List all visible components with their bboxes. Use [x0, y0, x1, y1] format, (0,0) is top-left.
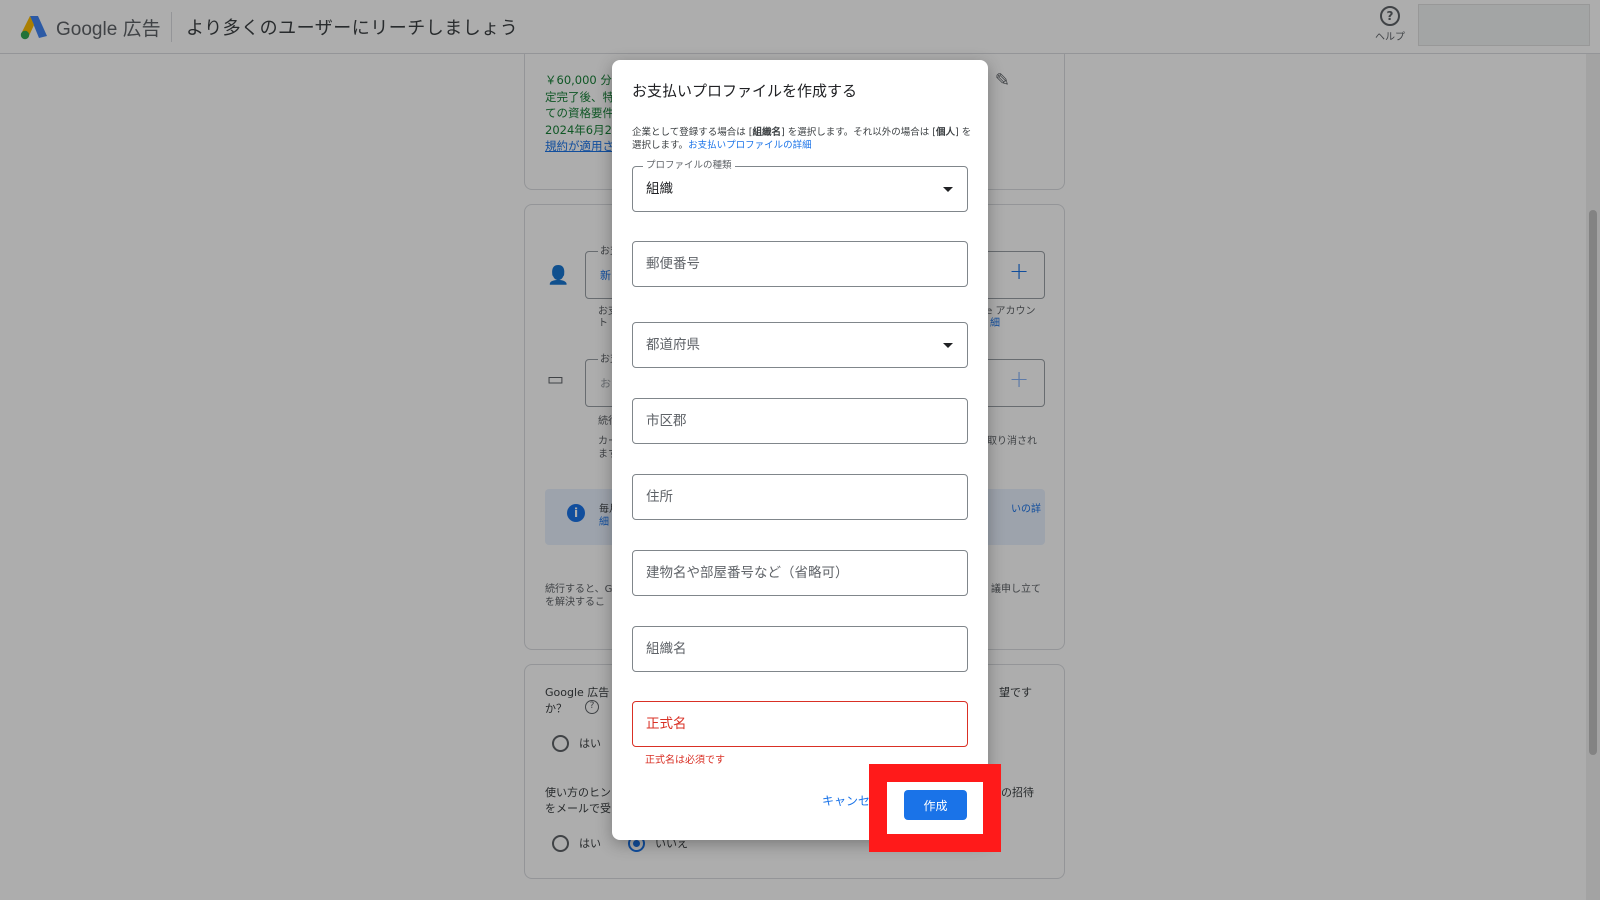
desc-bold: 個人: [935, 127, 955, 138]
postal-code-placeholder: 郵便番号: [646, 256, 700, 272]
profile-type-value: 組織: [646, 181, 673, 197]
legal-name-input[interactable]: 正式名: [632, 701, 968, 747]
create-payment-profile-dialog: お支払いプロファイルを作成する 企業として登録する場合は [組織名] を選択しま…: [612, 60, 988, 840]
postal-code-input[interactable]: 郵便番号: [632, 241, 968, 287]
profile-type-select[interactable]: プロファイルの種類 組織: [632, 160, 968, 212]
address-input[interactable]: 住所: [632, 474, 968, 520]
organization-name-input[interactable]: 組織名: [632, 626, 968, 672]
desc-text: 企業として登録する場合は [: [632, 127, 753, 138]
highlight-box: [869, 764, 1001, 852]
city-input[interactable]: 市区郡: [632, 398, 968, 444]
prefecture-select[interactable]: 都道府県: [632, 322, 968, 368]
legal-name-placeholder: 正式名: [646, 716, 687, 732]
desc-bold: 組織名: [752, 127, 781, 138]
city-placeholder: 市区郡: [646, 413, 687, 429]
organization-name-placeholder: 組織名: [646, 641, 687, 657]
legal-name-error: 正式名は必須です: [645, 755, 725, 766]
prefecture-placeholder: 都道府県: [646, 337, 700, 353]
dropdown-caret-icon: [943, 343, 953, 348]
desc-text: ] を選択します。それ以外の場合は [: [780, 127, 936, 138]
address-placeholder: 住所: [646, 489, 673, 505]
dialog-description: 企業として登録する場合は [組織名] を選択します。それ以外の場合は [個人] …: [632, 126, 972, 152]
profile-type-legend: プロファイルの種類: [643, 160, 735, 172]
dropdown-caret-icon: [943, 187, 953, 192]
profile-details-link[interactable]: お支払いプロファイルの詳細: [688, 140, 812, 151]
building-input[interactable]: 建物名や部屋番号など（省略可）: [632, 550, 968, 596]
dialog-title: お支払いプロファイルを作成する: [632, 82, 858, 100]
building-placeholder: 建物名や部屋番号など（省略可）: [646, 565, 849, 581]
